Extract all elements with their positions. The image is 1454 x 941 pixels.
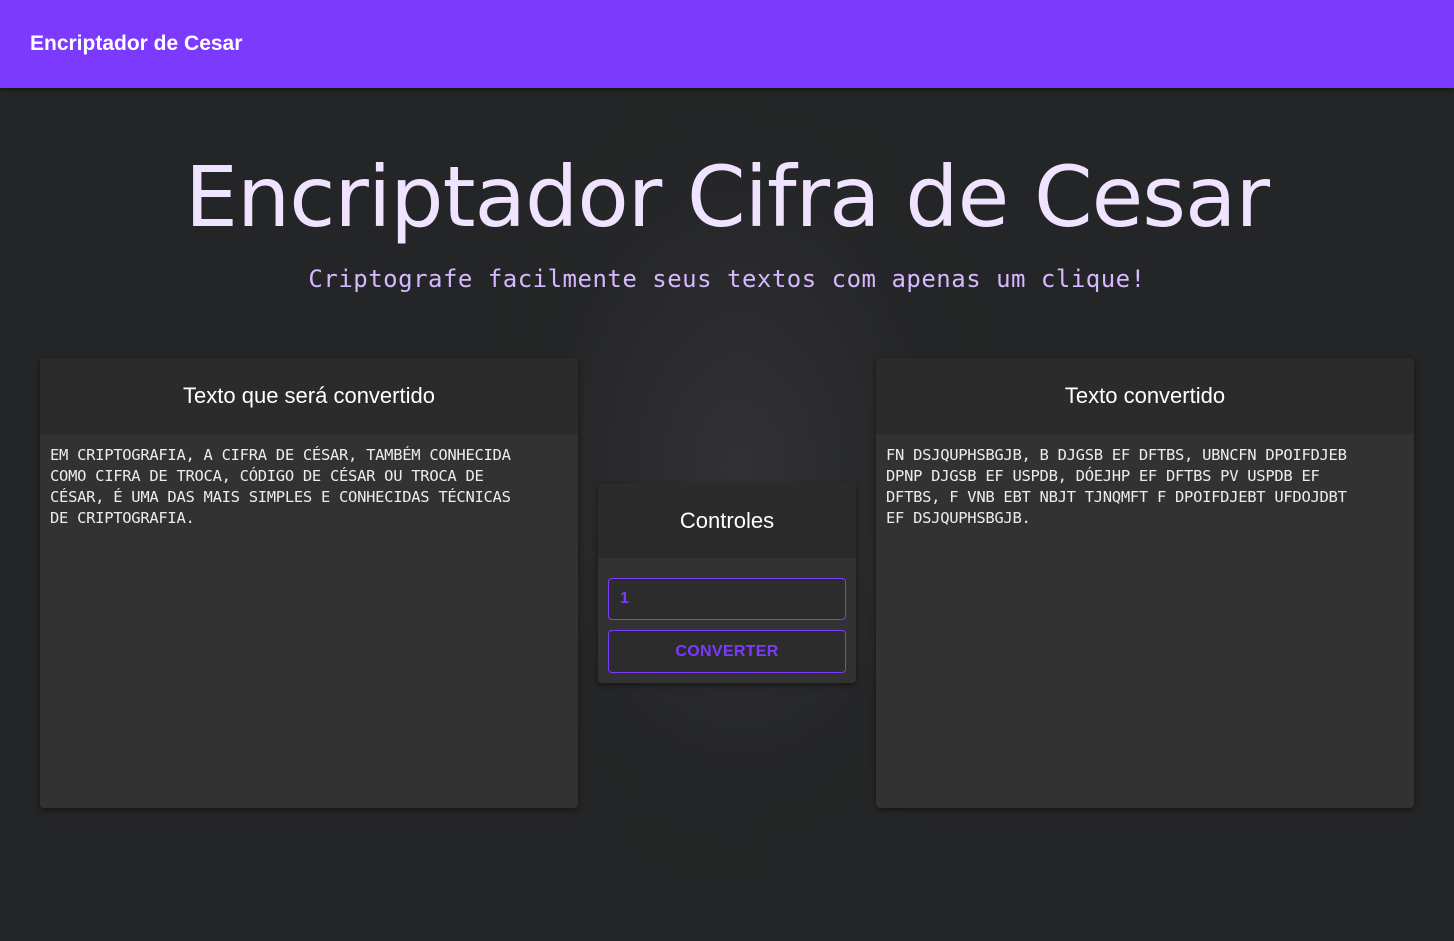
navbar: Encriptador de Cesar [0, 0, 1454, 88]
controls-body: CONVERTER [598, 558, 856, 673]
page-subtitle: Criptografe facilmente seus textos com a… [308, 265, 1146, 293]
convert-button[interactable]: CONVERTER [608, 630, 846, 673]
output-card-header: Texto convertido [876, 358, 1414, 434]
input-text-area[interactable]: EM CRIPTOGRAFIA, A CIFRA DE CÉSAR, TAMBÉ… [40, 434, 578, 808]
navbar-title[interactable]: Encriptador de Cesar [30, 32, 242, 56]
shift-key-input[interactable] [608, 578, 846, 620]
controls-card: Controles CONVERTER [598, 484, 856, 683]
input-text-card: Texto que será convertido EM CRIPTOGRAFI… [40, 358, 578, 808]
output-text-area[interactable]: FN DSJQUPHSBGJB, B DJGSB EF DFTBS, UBNCF… [876, 434, 1414, 540]
output-text-card: Texto convertido FN DSJQUPHSBGJB, B DJGS… [876, 358, 1414, 808]
controls-card-header: Controles [598, 484, 856, 558]
input-card-header: Texto que será convertido [40, 358, 578, 434]
page-title: Encriptador Cifra de Cesar [184, 148, 1270, 246]
